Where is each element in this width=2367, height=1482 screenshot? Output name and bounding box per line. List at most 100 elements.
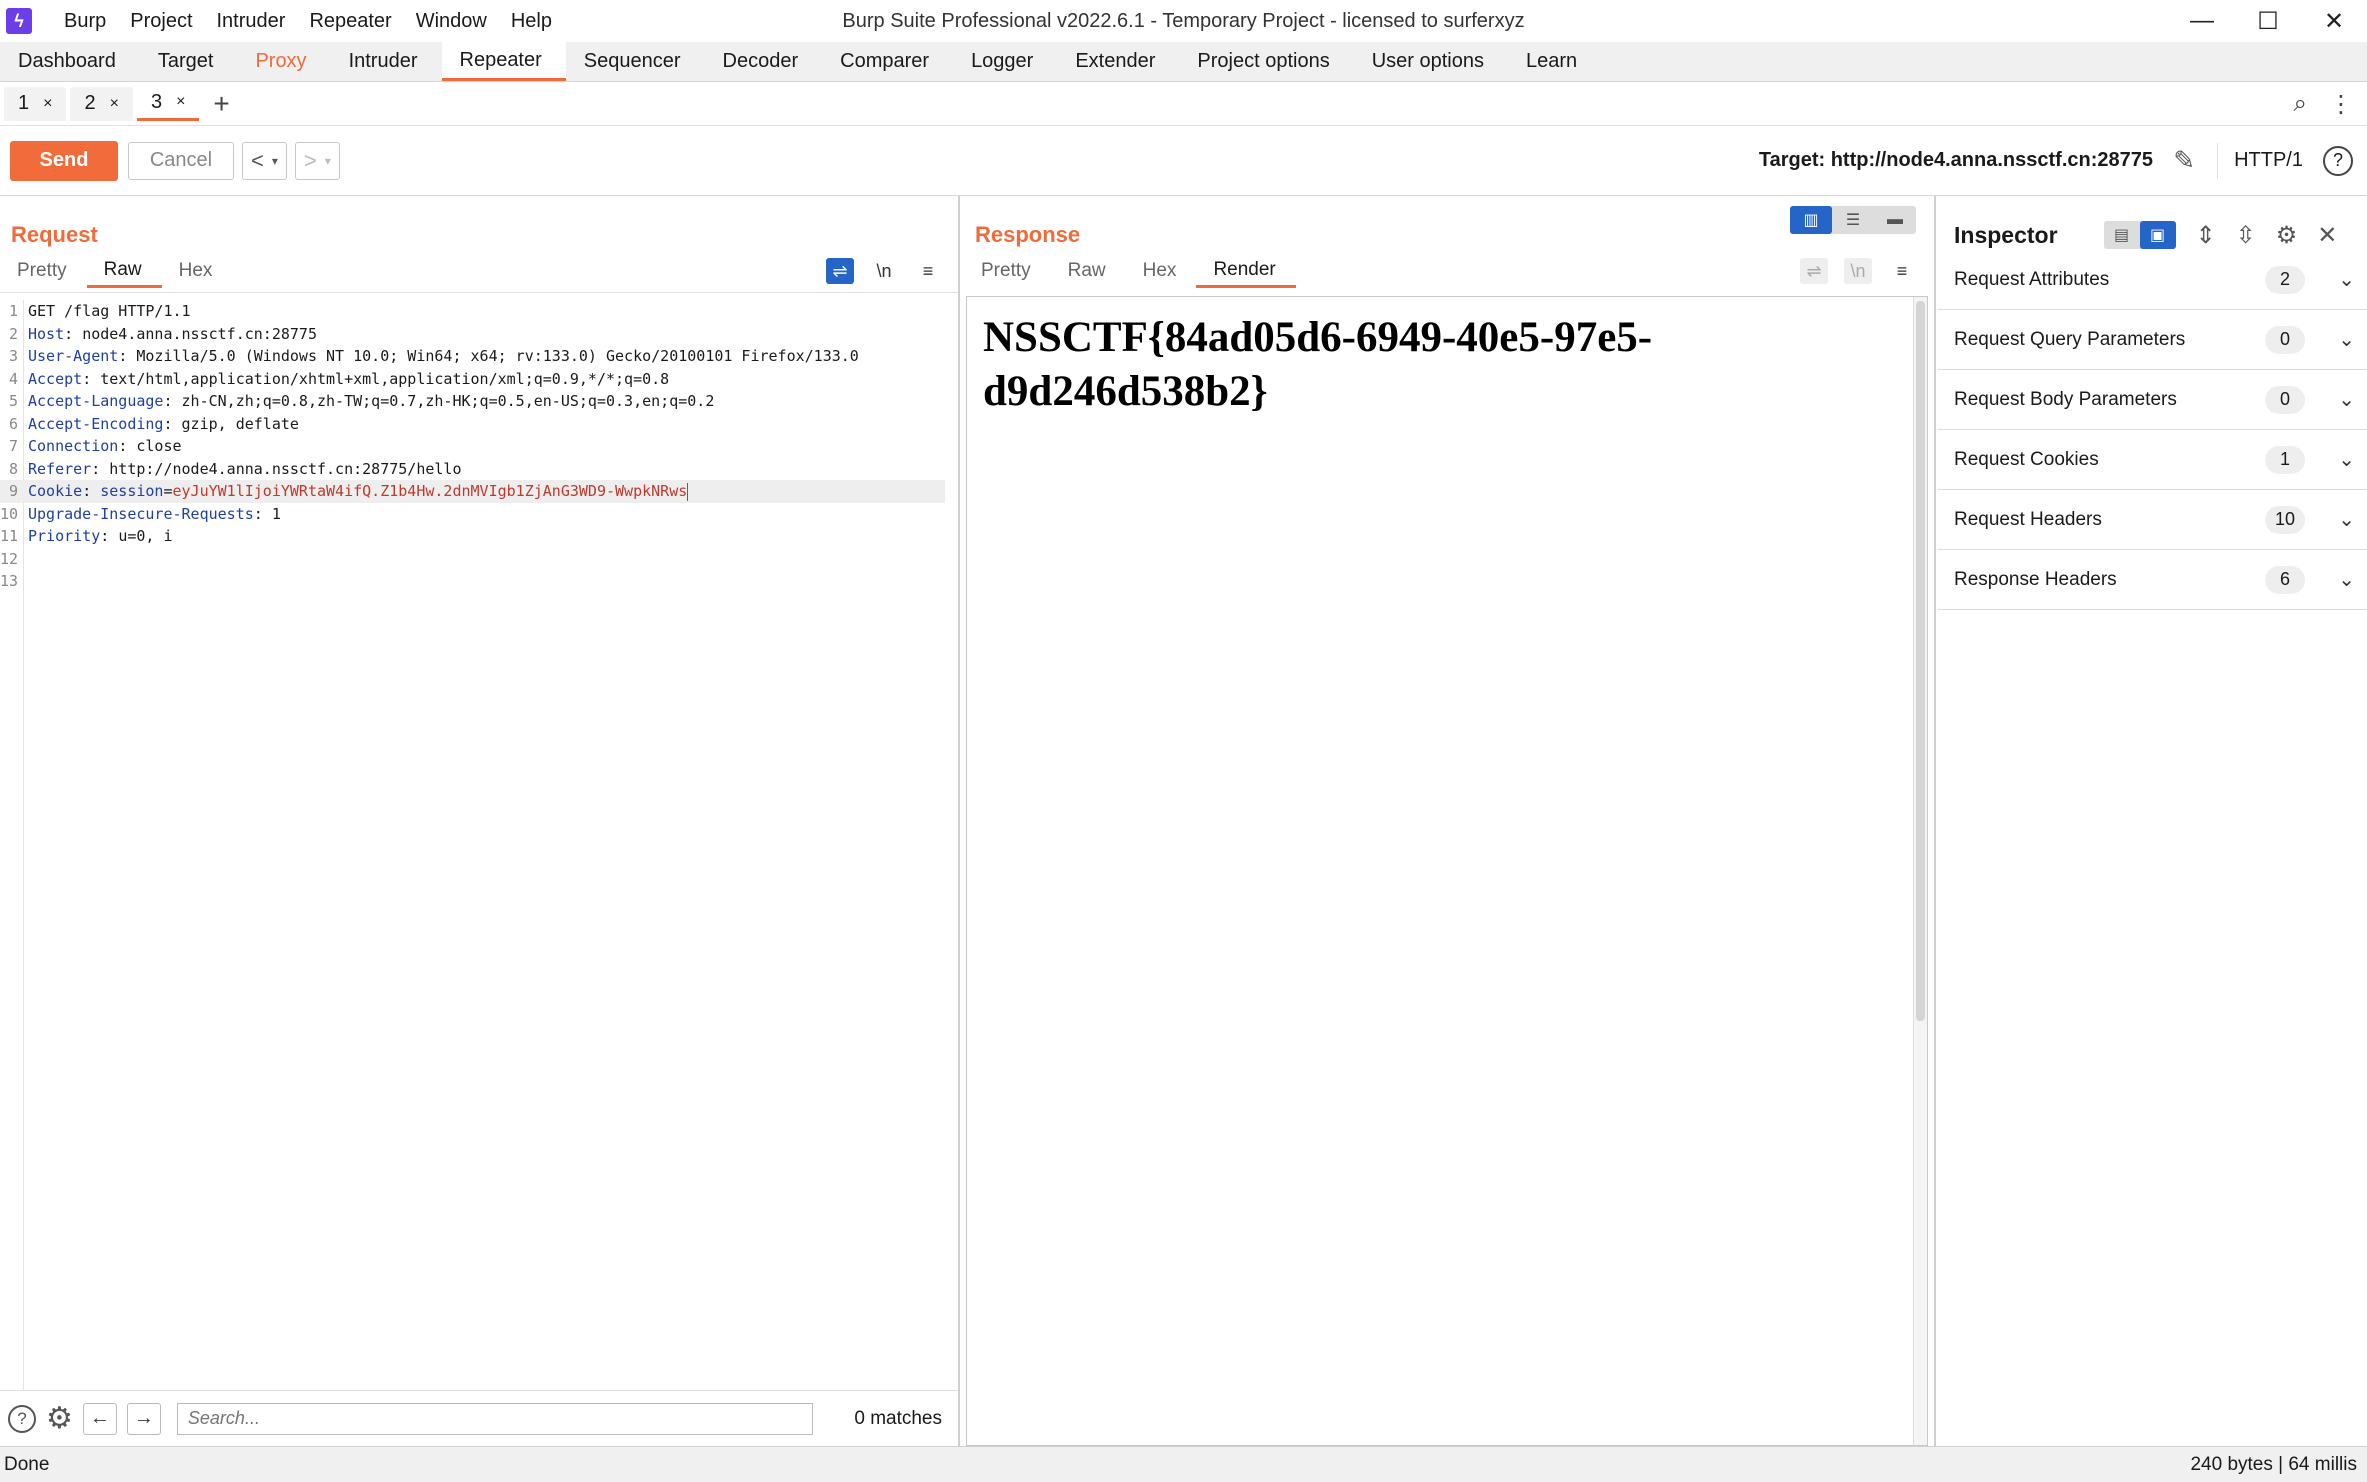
tab-proxy[interactable]: Proxy	[237, 42, 330, 81]
render-view: NSSCTF{84ad05d6-6949-40e5-97e5-d9d246d53…	[966, 296, 1928, 1446]
gear-icon[interactable]: ⚙	[46, 1401, 73, 1436]
tab-extender[interactable]: Extender	[1057, 42, 1179, 81]
inspector-row-count: 0	[2265, 385, 2305, 414]
menu-intruder[interactable]: Intruder	[205, 10, 298, 33]
repeater-tab-2[interactable]: 2 ×	[70, 86, 133, 121]
chevron-down-icon[interactable]: ⌄	[2338, 447, 2355, 472]
gear-icon[interactable]: ⚙	[2276, 221, 2298, 250]
arrow-left-icon: ←	[89, 1407, 110, 1429]
tab-sequencer[interactable]: Sequencer	[566, 42, 705, 81]
chevron-down-icon[interactable]: ⌄	[2338, 567, 2355, 592]
response-view-tabs: Pretty Raw Hex Render	[964, 254, 1296, 288]
line-number: 2	[8, 324, 18, 343]
tab-user-options[interactable]: User options	[1354, 42, 1508, 81]
chevron-down-icon[interactable]: ⌄	[2338, 387, 2355, 412]
response-tab-hex[interactable]: Hex	[1126, 254, 1197, 288]
tab-project-options[interactable]: Project options	[1179, 42, 1353, 81]
menu-window[interactable]: Window	[404, 10, 499, 33]
history-forward[interactable]: > ▾	[294, 141, 340, 180]
inspector-row-response-headers[interactable]: Response Headers 6 ⌄	[1938, 550, 2367, 610]
more-options-icon[interactable]: ⋮	[2329, 90, 2353, 119]
menu-burp[interactable]: Burp	[52, 10, 118, 33]
close-tab-icon[interactable]: ×	[176, 93, 185, 111]
repeater-tabs: 1 × 2 × 3 × + ⌕ ⋮	[0, 82, 2367, 126]
repeater-tab-label: 3	[150, 90, 163, 113]
minimize-button[interactable]: —	[2169, 0, 2235, 42]
next-match-button[interactable]: →	[126, 1402, 161, 1435]
close-window-button[interactable]: ✕	[2301, 0, 2367, 42]
inspector-row-label: Request Query Parameters	[1954, 328, 2186, 350]
inspector-row-request-cookies[interactable]: Request Cookies 1 ⌄	[1938, 430, 2367, 490]
header-value: zh-CN,zh;q=0.8,zh-TW;q=0.7,zh-HK;q=0.5,e…	[181, 392, 715, 410]
inspector-row-request-attributes[interactable]: Request Attributes 2 ⌄	[1938, 250, 2367, 310]
request-tab-hex[interactable]: Hex	[162, 254, 233, 288]
header-sep: :	[163, 414, 182, 433]
tab-intruder[interactable]: Intruder	[331, 42, 442, 81]
previous-match-button[interactable]: ←	[82, 1402, 117, 1435]
request-tab-raw[interactable]: Raw	[86, 254, 162, 288]
layout-tabs-icon[interactable]: ▬	[1874, 206, 1916, 234]
expand-all-icon[interactable]: ⇕	[2196, 221, 2216, 250]
response-tab-raw[interactable]: Raw	[1051, 254, 1126, 288]
request-tab-pretty[interactable]: Pretty	[0, 254, 87, 288]
tab-repeater[interactable]: Repeater	[441, 42, 566, 81]
forward-arrow-icon[interactable]: >	[304, 148, 317, 174]
repeater-tab-1[interactable]: 1 ×	[4, 86, 67, 121]
chevron-down-icon[interactable]: ⌄	[2338, 507, 2355, 532]
chevron-down-icon[interactable]: ⌄	[2338, 267, 2355, 292]
close-tab-icon[interactable]: ×	[110, 95, 119, 113]
layout-top-bottom-icon[interactable]: ☰	[1832, 206, 1874, 234]
tab-dashboard[interactable]: Dashboard	[0, 42, 140, 81]
search-icon[interactable]: ⌕	[2294, 90, 2307, 118]
history-back[interactable]: < ▾	[242, 141, 287, 180]
cancel-button[interactable]: Cancel	[128, 141, 234, 180]
help-icon[interactable]: ?	[8, 1404, 36, 1433]
request-line-3: 3 User-Agent: Mozilla/5.0 (Windows NT 10.…	[0, 345, 958, 368]
chevron-down-icon[interactable]: ⌄	[2338, 327, 2355, 352]
menu-repeater[interactable]: Repeater	[297, 10, 403, 33]
send-button[interactable]: Send	[10, 140, 118, 181]
response-tab-render[interactable]: Render	[1196, 254, 1296, 288]
repeater-tab-3[interactable]: 3 ×	[136, 86, 200, 121]
menu-icon[interactable]: ≡	[914, 258, 942, 284]
response-tab-pretty[interactable]: Pretty	[964, 254, 1051, 288]
tab-learn[interactable]: Learn	[1508, 42, 1601, 81]
inspector-layout-left-icon[interactable]: ▤	[2104, 221, 2140, 249]
scrollbar-thumb[interactable]	[1916, 301, 1925, 1021]
menu-help[interactable]: Help	[499, 10, 564, 33]
close-icon[interactable]: ✕	[2317, 221, 2337, 250]
menu-icon[interactable]: ≡	[1888, 258, 1916, 284]
http-version-toggle[interactable]: HTTP/1	[2217, 142, 2303, 179]
request-panel: Request Pretty Raw Hex ⇌ \n ≡ 1 GET /flag…	[0, 196, 960, 1446]
vertical-scrollbar[interactable]	[1913, 297, 1927, 1445]
layout-side-by-side-icon[interactable]: ▥	[1790, 206, 1832, 234]
inspector-panel: Inspector ▤ ▣ ⇕ ⇳ ⚙ ✕ Request Attributes…	[1934, 196, 2367, 1446]
request-editor[interactable]: 1 GET /flag HTTP/1.1 2 Host: node4.anna.ns…	[0, 300, 958, 1390]
header-sep: :	[163, 392, 182, 410]
collapse-all-icon[interactable]: ⇳	[2236, 221, 2256, 250]
help-icon[interactable]: ?	[2323, 145, 2353, 176]
wrap-lines-icon[interactable]: ⇌	[826, 258, 854, 284]
maximize-button[interactable]: ☐	[2235, 0, 2301, 42]
line-number: 11	[0, 527, 19, 545]
tab-comparer[interactable]: Comparer	[822, 42, 953, 81]
add-tab-button[interactable]: +	[213, 88, 229, 120]
search-input[interactable]	[176, 1402, 813, 1435]
inspector-row-label: Request Body Parameters	[1954, 388, 2177, 410]
close-tab-icon[interactable]: ×	[43, 95, 52, 113]
request-line-11: 11 Priority: u=0, i	[0, 525, 958, 548]
header-value: http://node4.anna.nssctf.cn:28775/hello	[109, 459, 462, 478]
inspector-layout-right-icon[interactable]: ▣	[2139, 221, 2176, 249]
tab-decoder[interactable]: Decoder	[705, 42, 823, 81]
tab-target[interactable]: Target	[140, 42, 238, 81]
inspector-row-request-body-parameters[interactable]: Request Body Parameters 0 ⌄	[1938, 370, 2367, 430]
edit-target-icon[interactable]: ✎	[2173, 145, 2195, 176]
inspector-row-request-query-parameters[interactable]: Request Query Parameters 0 ⌄	[1938, 310, 2367, 370]
tab-logger[interactable]: Logger	[953, 42, 1057, 81]
show-newlines-icon[interactable]: \n	[870, 258, 898, 284]
menu-project[interactable]: Project	[118, 10, 204, 33]
back-dropdown-icon[interactable]: ▾	[272, 154, 278, 168]
forward-dropdown-icon[interactable]: ▾	[325, 154, 331, 168]
inspector-row-request-headers[interactable]: Request Headers 10 ⌄	[1938, 490, 2367, 550]
back-arrow-icon[interactable]: <	[251, 148, 264, 174]
